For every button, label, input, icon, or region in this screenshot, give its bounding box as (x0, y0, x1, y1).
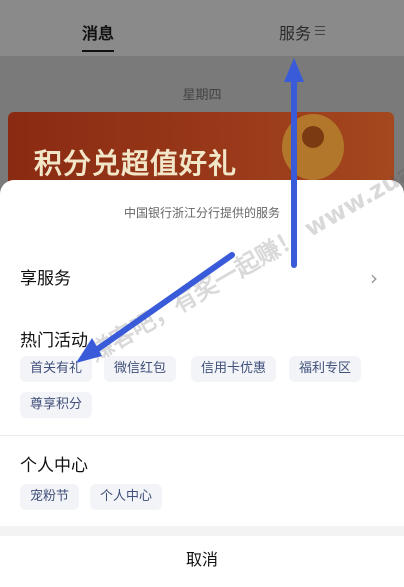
bottom-sheet: 中国银行浙江分行提供的服务 享服务 › 热门活动 首关有礼 微信红包 信用卡优惠… (0, 180, 404, 587)
tab-messages[interactable]: 消息 (82, 20, 115, 52)
banner-text: 积分兑超值好礼 (34, 147, 238, 180)
service-row-label: 享服务 (20, 269, 71, 289)
section-gap (0, 526, 404, 536)
chip-hot-3[interactable]: 信用卡优惠 (191, 356, 277, 382)
chip-hot-5[interactable]: 尊享积分 (20, 392, 93, 418)
date-label: 星期四 (182, 88, 222, 103)
personal-center-title: 个人中心 (20, 456, 88, 476)
tab-services[interactable]: 服务 (279, 20, 311, 44)
chip-hot-2[interactable]: 微信红包 (104, 356, 177, 382)
chip-hot-1[interactable]: 首关有礼 (20, 356, 93, 382)
chip-personal-center[interactable]: 个人中心 (90, 484, 163, 510)
hot-activities-title: 热门活动 (20, 331, 88, 351)
top-tabs: 消息 服务 (0, 0, 404, 56)
menu-icon[interactable] (315, 26, 325, 35)
cancel-button[interactable]: 取消 (0, 546, 404, 570)
chip-hot-4[interactable]: 福利专区 (289, 356, 362, 382)
chip-fan-festival[interactable]: 宠粉节 (20, 484, 80, 510)
mascot-figure-icon (282, 114, 344, 180)
divider (0, 435, 404, 436)
chevron-right-icon: › (370, 266, 378, 290)
